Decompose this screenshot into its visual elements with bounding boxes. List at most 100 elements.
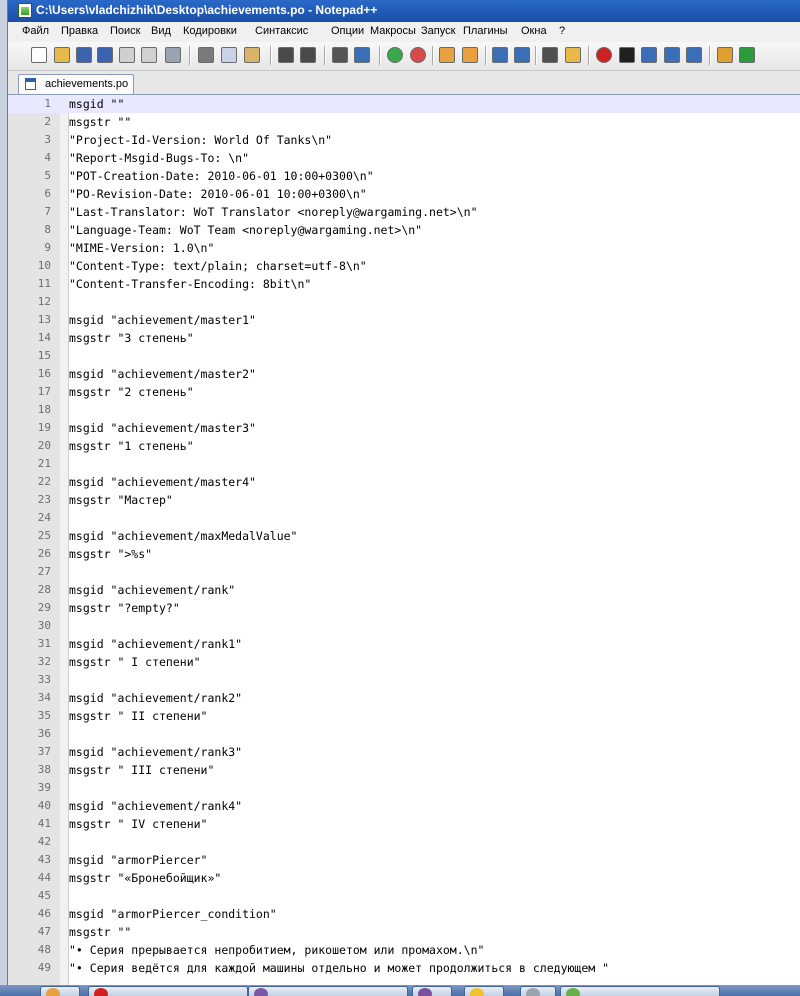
line-text[interactable]: "Report-Msgid-Bugs-To: \n" [69,149,249,167]
save-all-icon[interactable] [97,47,113,63]
editor-line[interactable]: 13 msgid "achievement/master1" [8,311,800,329]
editor-line[interactable]: 11 "Content-Transfer-Encoding: 8bit\n" [8,275,800,293]
line-text[interactable]: "• Серия ведётся для каждой машины отдел… [69,959,609,977]
word-wrap-icon[interactable] [492,47,508,63]
menu-item-11[interactable]: Окна [521,25,547,37]
editor-line[interactable]: 20 msgstr "1 степень" [8,437,800,455]
line-text[interactable]: msgid "achievement/rank3" [69,743,242,761]
taskbar-button[interactable] [560,986,720,996]
line-text[interactable]: msgstr " II степени" [69,707,207,725]
editor-line[interactable]: 33 [8,671,800,689]
editor-line[interactable]: 22 msgid "achievement/master4" [8,473,800,491]
editor-line[interactable]: 40 msgid "achievement/rank4" [8,797,800,815]
line-text[interactable]: msgstr " III степени" [69,761,214,779]
line-text[interactable]: "Last-Translator: WoT Translator <norepl… [69,203,478,221]
run-macro-multiple-icon[interactable] [664,47,680,63]
editor-line[interactable]: 6 "PO-Revision-Date: 2010-06-01 10:00+030… [8,185,800,203]
menu-item-5[interactable]: Кодировки [183,25,237,37]
editor-line[interactable]: 10 "Content-Type: text/plain; charset=utf… [8,257,800,275]
line-text[interactable]: msgstr "" [69,113,131,131]
line-text[interactable]: "Content-Type: text/plain; charset=utf-8… [69,257,367,275]
line-text[interactable]: msgstr "«Бронебойщик»" [69,869,221,887]
paste-icon[interactable] [244,47,260,63]
menu-item-4[interactable]: Вид [151,25,171,37]
new-file-icon[interactable] [31,47,47,63]
editor-line[interactable]: 47 msgstr "" [8,923,800,941]
editor-line[interactable]: 48 "• Серия прерывается непробитием, рико… [8,941,800,959]
menu-item-3[interactable]: Поиск [110,25,140,37]
editor-line[interactable]: 46 msgid "armorPiercer_condition" [8,905,800,923]
undo-icon[interactable] [278,47,294,63]
line-text[interactable]: msgstr "3 степень" [69,329,194,347]
line-text[interactable]: msgstr ">%s" [69,545,152,563]
save-macro-icon[interactable] [686,47,702,63]
sync-horizontal-icon[interactable] [462,47,478,63]
line-text[interactable]: "MIME-Version: 1.0\n" [69,239,214,257]
line-text[interactable]: msgid "achievement/rank" [69,581,235,599]
editor-line[interactable]: 7 "Last-Translator: WoT Translator <norep… [8,203,800,221]
menu-item-1[interactable]: Файл [22,25,49,37]
editor-line[interactable]: 37 msgid "achievement/rank3" [8,743,800,761]
line-text[interactable]: msgid "achievement/rank2" [69,689,242,707]
editor-line[interactable]: 16 msgid "achievement/master2" [8,365,800,383]
editor-line[interactable]: 1 msgid "" [8,95,800,113]
editor-line[interactable]: 43 msgid "armorPiercer" [8,851,800,869]
menu-item-9[interactable]: Запуск [421,25,455,37]
menu-item-10[interactable]: Плагины [463,25,508,37]
print-icon[interactable] [165,47,181,63]
text-editor[interactable]: 1 msgid "" 2 msgstr "" 3 "Project-Id-Version:… [8,95,800,985]
close-all-icon[interactable] [141,47,157,63]
editor-line[interactable]: 26 msgstr ">%s" [8,545,800,563]
plugin-icon[interactable] [717,47,733,63]
open-file-icon[interactable] [54,47,70,63]
editor-line[interactable]: 17 msgstr "2 степень" [8,383,800,401]
menu-item-6[interactable]: Синтаксис [255,25,308,37]
record-macro-icon[interactable] [596,47,612,63]
cut-icon[interactable] [198,47,214,63]
taskbar-button[interactable] [88,986,248,996]
line-text[interactable]: msgid "achievement/rank1" [69,635,242,653]
editor-line[interactable]: 38 msgstr " III степени" [8,761,800,779]
close-icon[interactable] [119,47,135,63]
stop-record-icon[interactable] [619,47,635,63]
line-text[interactable]: msgstr "" [69,923,131,941]
editor-line[interactable]: 36 [8,725,800,743]
redo-icon[interactable] [300,47,316,63]
editor-line[interactable]: 19 msgid "achievement/master3" [8,419,800,437]
zoom-in-icon[interactable] [387,47,403,63]
line-text[interactable]: "PO-Revision-Date: 2010-06-01 10:00+0300… [69,185,367,203]
spell-check-icon[interactable] [739,47,755,63]
menu-item-2[interactable]: Правка [61,25,98,37]
line-text[interactable]: msgid "armorPiercer" [69,851,207,869]
line-text[interactable]: "Language-Team: WoT Team <noreply@wargam… [69,221,422,239]
taskbar-button[interactable] [464,986,504,996]
editor-line[interactable]: 15 [8,347,800,365]
editor-line[interactable]: 41 msgstr " IV степени" [8,815,800,833]
editor-line[interactable]: 31 msgid "achievement/rank1" [8,635,800,653]
editor-line[interactable]: 4 "Report-Msgid-Bugs-To: \n" [8,149,800,167]
editor-line[interactable]: 44 msgstr "«Бронебойщик»" [8,869,800,887]
line-text[interactable]: msgid "achievement/master1" [69,311,256,329]
editor-line[interactable]: 18 [8,401,800,419]
line-text[interactable]: "Content-Transfer-Encoding: 8bit\n" [69,275,311,293]
line-text[interactable]: msgid "armorPiercer_condition" [69,905,277,923]
editor-line[interactable]: 34 msgid "achievement/rank2" [8,689,800,707]
editor-line[interactable]: 32 msgstr " I степени" [8,653,800,671]
zoom-out-icon[interactable] [410,47,426,63]
indent-guide-icon[interactable] [542,47,558,63]
line-text[interactable]: msgid "achievement/master4" [69,473,256,491]
line-text[interactable]: msgid "achievement/rank4" [69,797,242,815]
editor-line[interactable]: 14 msgstr "3 степень" [8,329,800,347]
editor-line[interactable]: 28 msgid "achievement/rank" [8,581,800,599]
editor-line[interactable]: 3 "Project-Id-Version: World Of Tanks\n" [8,131,800,149]
tab-achievements-po[interactable]: achievements.po [18,74,134,94]
show-all-chars-icon[interactable] [514,47,530,63]
line-text[interactable]: msgstr "2 степень" [69,383,194,401]
editor-line[interactable]: 27 [8,563,800,581]
editor-line[interactable]: 2 msgstr "" [8,113,800,131]
editor-line[interactable]: 49 "• Серия ведётся для каждой машины отд… [8,959,800,977]
replace-icon[interactable] [354,47,370,63]
line-text[interactable]: msgid "achievement/master2" [69,365,256,383]
line-text[interactable]: msgstr "Мастер" [69,491,173,509]
copy-icon[interactable] [221,47,237,63]
